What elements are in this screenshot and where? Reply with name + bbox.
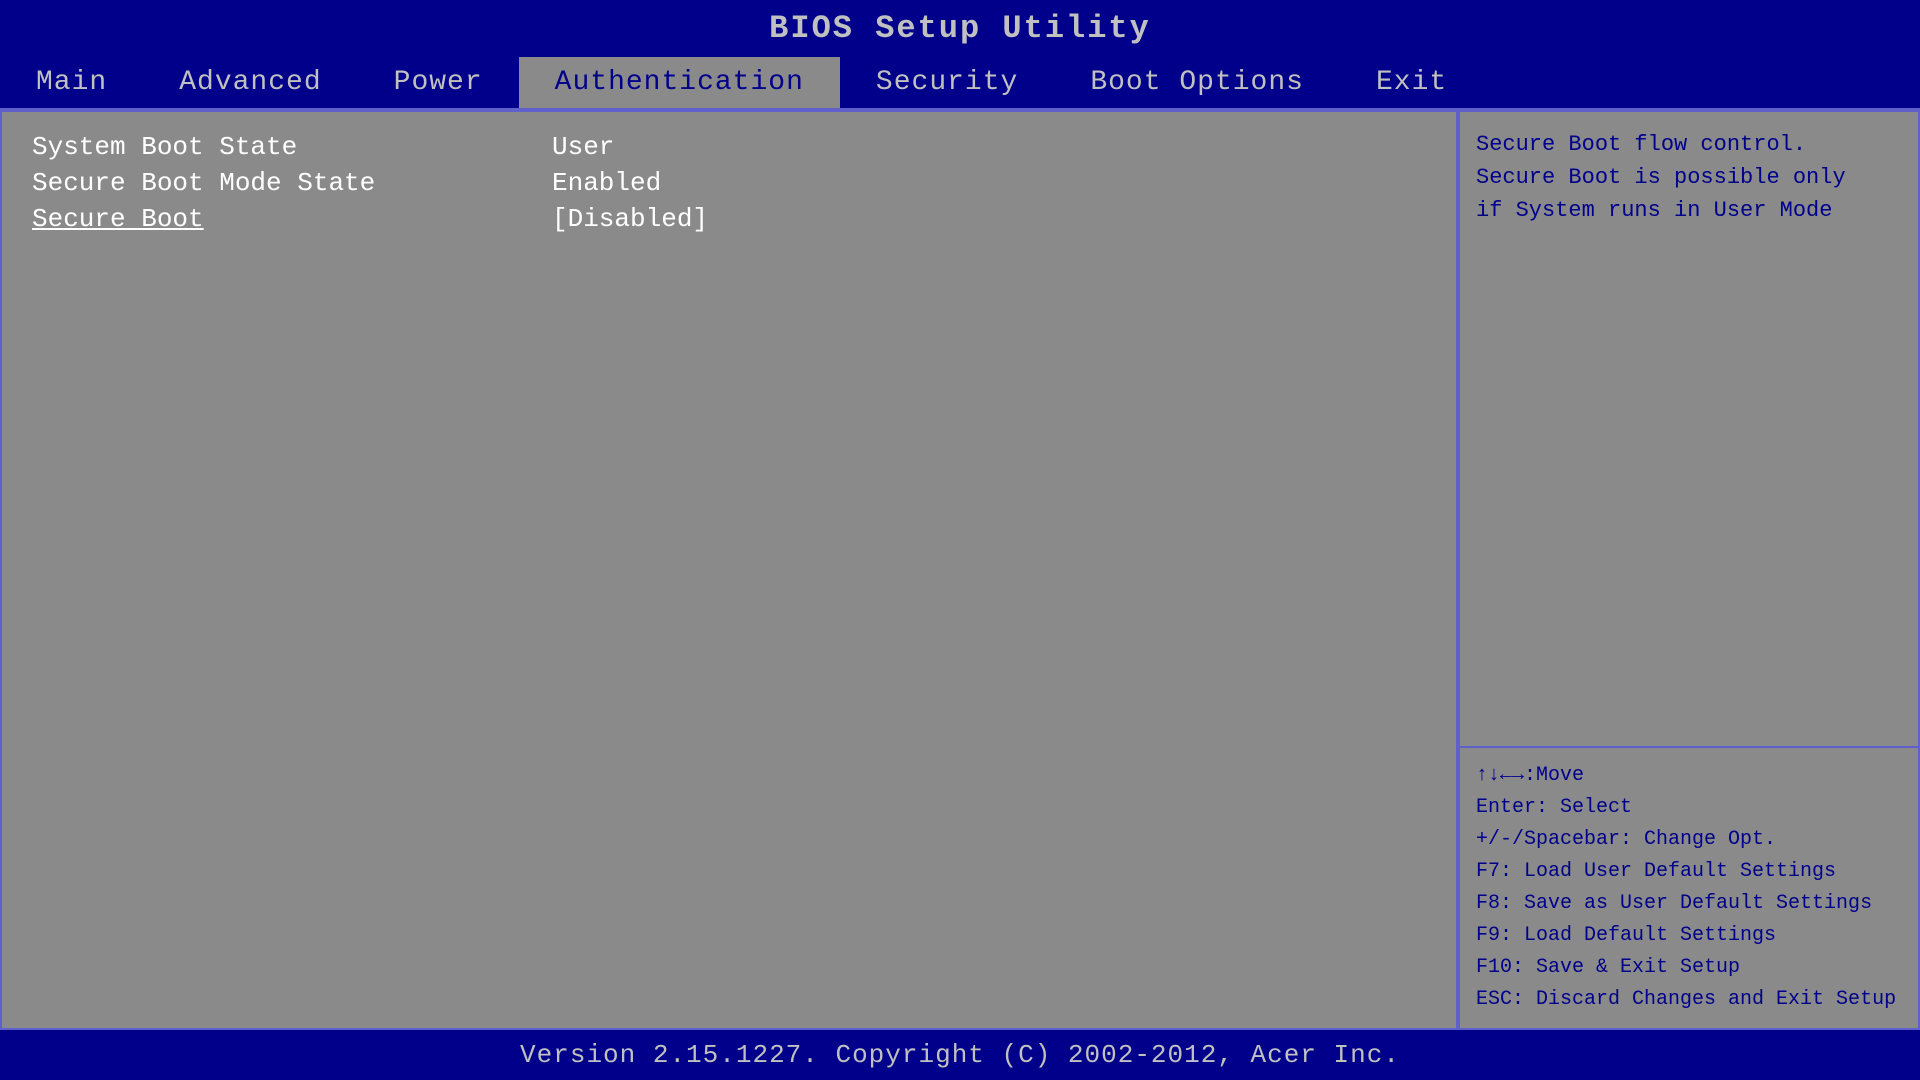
right-panel: Secure Boot flow control. Secure Boot is… xyxy=(1458,112,1918,1028)
secure-boot-mode-label: Secure Boot Mode State xyxy=(32,168,552,198)
footer: Version 2.15.1227. Copyright (C) 2002-20… xyxy=(0,1030,1920,1080)
setting-secure-boot[interactable]: Secure Boot [Disabled] xyxy=(32,204,1426,234)
help-line-3: if System runs in User Mode xyxy=(1476,194,1902,227)
secure-boot-mode-value: Enabled xyxy=(552,168,661,198)
nav-exit[interactable]: Exit xyxy=(1340,57,1483,108)
left-panel: System Boot State User Secure Boot Mode … xyxy=(2,112,1458,1028)
help-line-1: Secure Boot flow control. xyxy=(1476,128,1902,161)
nav-advanced[interactable]: Advanced xyxy=(143,57,357,108)
key-change: +/-/Spacebar: Change Opt. xyxy=(1476,824,1902,856)
secure-boot-label: Secure Boot xyxy=(32,204,552,234)
help-line-2: Secure Boot is possible only xyxy=(1476,161,1902,194)
help-text-area: Secure Boot flow control. Secure Boot is… xyxy=(1460,112,1918,748)
nav-main[interactable]: Main xyxy=(0,57,143,108)
key-f9: F9: Load Default Settings xyxy=(1476,920,1902,952)
main-content: System Boot State User Secure Boot Mode … xyxy=(0,110,1920,1030)
system-boot-state-label: System Boot State xyxy=(32,132,552,162)
key-esc: ESC: Discard Changes and Exit Setup xyxy=(1476,984,1902,1016)
nav-power[interactable]: Power xyxy=(358,57,519,108)
setting-system-boot-state[interactable]: System Boot State User xyxy=(32,132,1426,162)
nav-authentication[interactable]: Authentication xyxy=(519,57,840,108)
secure-boot-value: [Disabled] xyxy=(552,204,708,234)
key-hints-area: ↑↓←→:Move Enter: Select +/-/Spacebar: Ch… xyxy=(1460,748,1918,1028)
nav-menu: Main Advanced Power Authentication Secur… xyxy=(0,57,1920,110)
footer-text: Version 2.15.1227. Copyright (C) 2002-20… xyxy=(520,1040,1400,1070)
system-boot-state-value: User xyxy=(552,132,614,162)
setting-secure-boot-mode[interactable]: Secure Boot Mode State Enabled xyxy=(32,168,1426,198)
key-move: ↑↓←→:Move xyxy=(1476,760,1902,792)
key-f7: F7: Load User Default Settings xyxy=(1476,856,1902,888)
key-enter: Enter: Select xyxy=(1476,792,1902,824)
nav-security[interactable]: Security xyxy=(840,57,1054,108)
nav-boot-options[interactable]: Boot Options xyxy=(1054,57,1340,108)
key-f10: F10: Save & Exit Setup xyxy=(1476,952,1902,984)
bios-title: BIOS Setup Utility xyxy=(0,0,1920,57)
key-f8: F8: Save as User Default Settings xyxy=(1476,888,1902,920)
title-text: BIOS Setup Utility xyxy=(769,10,1151,47)
